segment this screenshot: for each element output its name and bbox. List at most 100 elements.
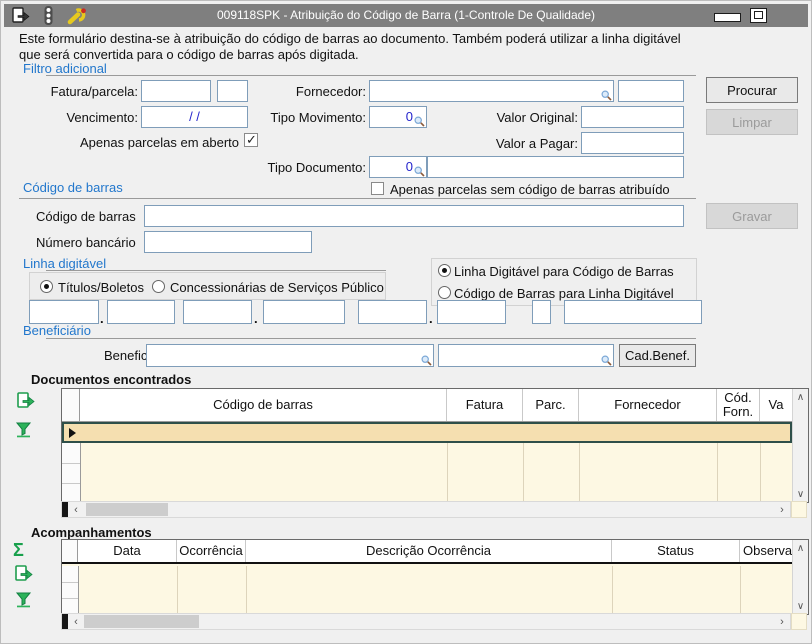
valor-original-input[interactable] [581, 106, 684, 128]
lookup-icon[interactable] [601, 89, 612, 104]
documentos-vscrollbar[interactable]: ∧ ∨ [792, 389, 808, 502]
hscroll-thumb[interactable] [86, 503, 168, 516]
col-fatura[interactable]: Fatura [447, 389, 523, 421]
linha-seg6-input[interactable] [437, 300, 506, 324]
row-selector-column [62, 443, 81, 502]
tipo-movimento-input[interactable]: 0 [369, 106, 427, 128]
fornecedor-input[interactable] [369, 80, 614, 102]
conversao-radio-group: Linha Digitável para Código de Barras Có… [431, 258, 697, 306]
tipo-documento-input[interactable]: 0 [369, 156, 427, 178]
limpar-button[interactable]: Limpar [706, 109, 798, 135]
maximize-button[interactable] [750, 8, 767, 23]
sem-codigo-label: Apenas parcelas sem código de barras atr… [390, 182, 670, 197]
col-status[interactable]: Status [612, 540, 740, 562]
selected-row[interactable] [62, 422, 792, 443]
gravar-button[interactable]: Gravar [706, 203, 798, 229]
filter-funnel-icon[interactable] [15, 422, 32, 441]
column-line [717, 443, 718, 502]
numero-bancario-label: Número bancário [36, 235, 136, 250]
codigo-barras-input[interactable] [144, 205, 684, 227]
column-line [246, 566, 247, 614]
export-grid-icon[interactable] [17, 392, 36, 412]
scroll-left-icon[interactable]: ‹ [69, 503, 83, 516]
linha-seg7-input[interactable] [564, 300, 702, 324]
hscroll-thumb[interactable] [84, 615, 199, 628]
divider [46, 75, 696, 76]
apenas-aberto-label: Apenas parcelas em aberto [59, 135, 239, 150]
column-line [612, 566, 613, 614]
lookup-icon[interactable] [414, 165, 425, 180]
documentos-hscrollbar[interactable]: ‹ › [61, 501, 791, 518]
concessionarias-radio[interactable] [152, 280, 165, 293]
codigo-para-linha-radio[interactable] [438, 286, 451, 299]
apenas-aberto-checkbox[interactable] [244, 133, 258, 147]
fornecedor-cod-input[interactable] [618, 80, 684, 102]
linha-seg3-input[interactable] [183, 300, 252, 324]
linha-seg4-input[interactable] [263, 300, 345, 324]
col-data[interactable]: Data [78, 540, 177, 562]
col-observacao-clipped[interactable]: Observa [740, 540, 792, 562]
sum-sigma-icon[interactable]: Σ [13, 541, 24, 559]
lookup-icon[interactable] [601, 354, 612, 369]
acompanhamentos-hscrollbar[interactable]: ‹ › [61, 613, 791, 630]
divider [46, 338, 696, 339]
linha-seg2-input[interactable] [107, 300, 175, 324]
segment-dot: . [429, 311, 433, 326]
col-valor-clipped[interactable]: Va [760, 389, 792, 421]
col-parc[interactable]: Parc. [523, 389, 579, 421]
linha-seg5-input[interactable] [358, 300, 427, 324]
acompanhamentos-vscrollbar[interactable]: ∧ ∨ [792, 540, 808, 614]
linha-seg1-input[interactable] [29, 300, 99, 324]
column-line [447, 443, 448, 502]
beneficiario-cod-input[interactable] [438, 344, 614, 367]
procurar-button[interactable]: Procurar [706, 77, 798, 103]
col-descricao-ocorrencia[interactable]: Descrição Ocorrência [246, 540, 612, 562]
minimize-button[interactable] [714, 13, 741, 22]
titulos-boletos-radio[interactable] [40, 280, 53, 293]
cad-benef-button[interactable]: Cad.Benef. [619, 344, 696, 367]
col-cod-forn[interactable]: Cód. Forn. [717, 389, 760, 421]
divider [19, 198, 696, 199]
filter-funnel-icon[interactable] [15, 592, 32, 611]
scroll-right-icon[interactable]: › [775, 503, 789, 516]
export-grid-icon[interactable] [15, 565, 34, 585]
valor-pagar-input[interactable] [581, 132, 684, 154]
vencimento-input[interactable]: / / [141, 106, 248, 128]
row-selector-header [62, 389, 80, 421]
column-line [177, 566, 178, 614]
lookup-icon[interactable] [421, 354, 432, 369]
tipo-boleto-radio-group: Títulos/Boletos Concessionárias de Servi… [29, 272, 386, 300]
scroll-corner [791, 613, 807, 630]
scroll-up-icon[interactable]: ∧ [793, 389, 808, 405]
col-fornecedor[interactable]: Fornecedor [579, 389, 717, 421]
window-title: 009118SPK - Atribuição do Código de Barr… [4, 8, 808, 22]
rows-area[interactable] [62, 443, 792, 502]
segment-dot: . [254, 311, 258, 326]
col-codigo-de-barras[interactable]: Código de barras [80, 389, 447, 421]
beneficiario-input[interactable] [146, 344, 434, 367]
linha-dv-input[interactable] [532, 300, 551, 324]
rows-area[interactable] [62, 566, 792, 614]
titlebar: 009118SPK - Atribuição do Código de Barr… [4, 4, 808, 27]
scroll-down-icon[interactable]: ∨ [793, 486, 808, 502]
scroll-up-icon[interactable]: ∧ [793, 540, 808, 556]
scroll-left-icon[interactable]: ‹ [69, 615, 83, 628]
documentos-grid: Código de barras Fatura Parc. Fornecedor… [61, 388, 809, 503]
acompanhamentos-grid: Data Ocorrência Descrição Ocorrência Sta… [61, 539, 809, 615]
lookup-icon[interactable] [414, 115, 425, 130]
sem-codigo-checkbox[interactable] [371, 182, 384, 195]
valor-pagar-label: Valor a Pagar: [478, 136, 578, 151]
section-linha-digitavel: Linha digitável [23, 256, 106, 271]
maximize-glyph [754, 11, 763, 19]
parcela-input[interactable] [217, 80, 248, 102]
linha-para-codigo-radio[interactable] [438, 264, 451, 277]
documentos-grid-header: Código de barras Fatura Parc. Fornecedor… [62, 389, 792, 422]
column-line [760, 443, 761, 502]
scroll-right-icon[interactable]: › [775, 615, 789, 628]
col-ocorrencia[interactable]: Ocorrência [177, 540, 246, 562]
scroll-down-icon[interactable]: ∨ [793, 598, 808, 614]
tipo-documento-desc-input[interactable] [427, 156, 684, 178]
tipo-documento-label: Tipo Documento: [256, 160, 366, 175]
fatura-input[interactable] [141, 80, 211, 102]
numero-bancario-input[interactable] [144, 231, 312, 253]
